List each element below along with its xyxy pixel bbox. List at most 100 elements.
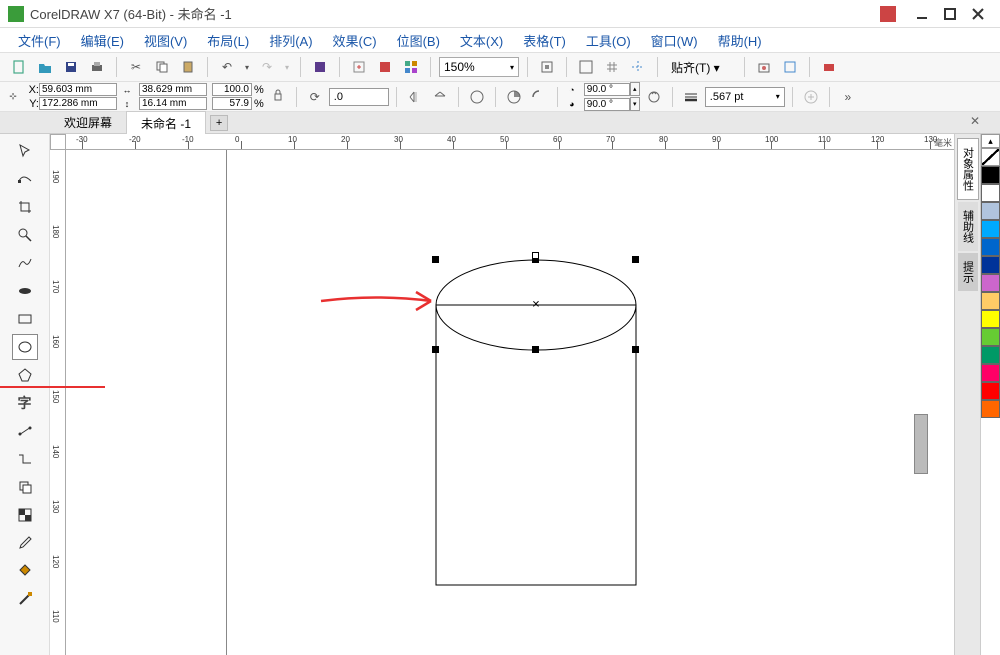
selection-center-icon[interactable]: ✕: [532, 300, 540, 311]
y-input[interactable]: [39, 97, 117, 110]
fullscreen-button[interactable]: [536, 56, 558, 78]
user-badge-icon[interactable]: [880, 6, 896, 22]
horizontal-ruler[interactable]: 毫米 -30-20-100102030405060708090100110120…: [66, 134, 954, 150]
menu-layout[interactable]: 布局(L): [199, 29, 257, 52]
color-swatch[interactable]: [981, 310, 1000, 328]
options2-button[interactable]: [779, 56, 801, 78]
transparency-tool[interactable]: [12, 502, 38, 528]
color-swatch[interactable]: [981, 400, 1000, 418]
show-guides-button[interactable]: [627, 56, 649, 78]
show-rulers-button[interactable]: [575, 56, 597, 78]
eyedropper-tool[interactable]: [12, 530, 38, 556]
outline-tool[interactable]: [12, 586, 38, 612]
ellipse-mode-icon[interactable]: [466, 86, 488, 108]
shape-tool[interactable]: [12, 166, 38, 192]
ruler-origin[interactable]: [50, 134, 66, 150]
handle-nw[interactable]: [432, 256, 439, 263]
new-button[interactable]: [8, 56, 30, 78]
mirror-v-button[interactable]: [429, 86, 451, 108]
handle-sw[interactable]: [432, 346, 439, 353]
more-button[interactable]: »: [837, 86, 859, 108]
lock-ratio-button[interactable]: [267, 86, 289, 108]
import-button[interactable]: [309, 56, 331, 78]
show-grid-button[interactable]: [601, 56, 623, 78]
color-swatch[interactable]: [981, 346, 1000, 364]
text-tool[interactable]: 字: [12, 390, 38, 416]
rotation-input[interactable]: [329, 88, 389, 106]
outline-width-select[interactable]: .567 pt▾: [705, 87, 785, 107]
handle-ne[interactable]: [632, 256, 639, 263]
tab-close-icon[interactable]: ✕: [970, 114, 980, 128]
copy-button[interactable]: [151, 56, 173, 78]
docker-guides[interactable]: 辅助线: [958, 202, 978, 251]
docker-object-properties[interactable]: 对象属性: [957, 138, 979, 200]
maximize-button[interactable]: [936, 4, 964, 24]
export-button[interactable]: [348, 56, 370, 78]
end-angle-input[interactable]: [584, 98, 630, 111]
spinner-down[interactable]: ▾: [630, 97, 640, 111]
spinner-up[interactable]: ▴: [630, 82, 640, 96]
undo-button[interactable]: ↶: [216, 56, 238, 78]
color-swatch[interactable]: [981, 292, 1000, 310]
vertical-ruler[interactable]: 190180170160150140130120110: [50, 150, 66, 655]
ellipse-tool[interactable]: [12, 334, 38, 360]
cut-button[interactable]: ✂: [125, 56, 147, 78]
tab-document[interactable]: 未命名 -1: [126, 111, 206, 136]
zoom-select[interactable]: 150%▾: [439, 57, 519, 77]
interactive-tool[interactable]: [12, 474, 38, 500]
snap-dropdown[interactable]: 贴齐(T) ▾: [666, 57, 736, 77]
minimize-button[interactable]: [908, 4, 936, 24]
drawing-selection[interactable]: ✕: [436, 260, 636, 350]
menu-arrange[interactable]: 排列(A): [261, 29, 320, 52]
menu-text[interactable]: 文本(X): [452, 29, 511, 52]
menu-tools[interactable]: 工具(O): [578, 29, 639, 52]
save-button[interactable]: [60, 56, 82, 78]
height-input[interactable]: [139, 97, 207, 110]
menu-window[interactable]: 窗口(W): [643, 29, 706, 52]
x-input[interactable]: [39, 83, 117, 96]
paste-button[interactable]: [177, 56, 199, 78]
options-button[interactable]: [753, 56, 775, 78]
menu-file[interactable]: 文件(F): [10, 29, 69, 52]
artistic-media-tool[interactable]: [12, 278, 38, 304]
tab-add-button[interactable]: +: [210, 115, 228, 131]
color-swatch[interactable]: [981, 238, 1000, 256]
color-swatch[interactable]: [981, 220, 1000, 238]
redo-dropdown[interactable]: ▾: [282, 56, 292, 78]
palette-no-color[interactable]: [981, 148, 1000, 166]
color-swatch[interactable]: [981, 328, 1000, 346]
color-swatch[interactable]: [981, 274, 1000, 292]
drawing-canvas[interactable]: ✕: [66, 150, 954, 655]
color-swatch[interactable]: [981, 166, 1000, 184]
width-input[interactable]: [139, 83, 207, 96]
zoom-tool[interactable]: [12, 222, 38, 248]
rectangle-tool[interactable]: [12, 306, 38, 332]
fill-tool[interactable]: [12, 558, 38, 584]
scale-x-input[interactable]: [212, 83, 252, 96]
undo-dropdown[interactable]: ▾: [242, 56, 252, 78]
color-swatch[interactable]: [981, 256, 1000, 274]
color-swatch[interactable]: [981, 202, 1000, 220]
palette-up-button[interactable]: ▴: [981, 134, 1000, 148]
polygon-tool[interactable]: [12, 362, 38, 388]
close-button[interactable]: [964, 4, 992, 24]
dimension-tool[interactable]: [12, 418, 38, 444]
launch-button[interactable]: [818, 56, 840, 78]
ellipse-node-icon[interactable]: [532, 252, 539, 259]
crop-tool[interactable]: [12, 194, 38, 220]
handle-s[interactable]: [532, 346, 539, 353]
arc-mode-button[interactable]: [528, 86, 550, 108]
menu-edit[interactable]: 编辑(E): [73, 29, 132, 52]
menu-bitmaps[interactable]: 位图(B): [389, 29, 448, 52]
publish-pdf-button[interactable]: [374, 56, 396, 78]
menu-help[interactable]: 帮助(H): [710, 29, 770, 52]
mirror-h-button[interactable]: [404, 86, 426, 108]
scale-y-input[interactable]: [212, 97, 252, 110]
vertical-scrollbar-thumb[interactable]: [914, 414, 928, 474]
swap-angles-button[interactable]: [643, 86, 665, 108]
color-swatch[interactable]: [981, 184, 1000, 202]
menu-effects[interactable]: 效果(C): [325, 29, 385, 52]
to-front-button[interactable]: [800, 86, 822, 108]
start-angle-input[interactable]: [584, 83, 630, 96]
pie-mode-button[interactable]: [503, 86, 525, 108]
